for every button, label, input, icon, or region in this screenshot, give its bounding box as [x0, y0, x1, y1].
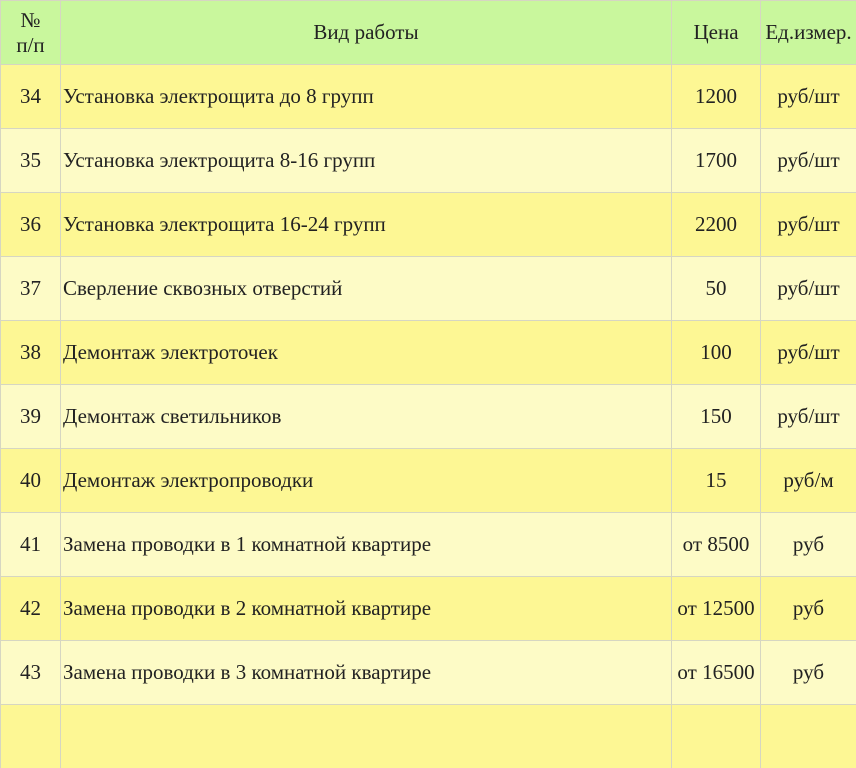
table-row: 38 Демонтаж электроточек 100 руб/шт [0, 320, 856, 385]
empty-cell [760, 704, 856, 768]
table-row: 40 Демонтаж электропроводки 15 руб/м [0, 448, 856, 513]
row-number: 37 [0, 256, 61, 321]
row-unit: руб [760, 640, 856, 705]
table-row: 36 Установка электрощита 16-24 групп 220… [0, 192, 856, 257]
header-number-abbr: п/п [16, 32, 45, 57]
row-price: от 16500 [671, 640, 761, 705]
row-price: от 8500 [671, 512, 761, 577]
table-row: 35 Установка электрощита 8-16 групп 1700… [0, 128, 856, 193]
header-unit: Ед.измер. [760, 0, 856, 65]
row-price: 15 [671, 448, 761, 513]
row-work-type: Замена проводки в 1 комнатной квартире [60, 512, 672, 577]
empty-cell [671, 704, 761, 768]
row-unit: руб/шт [760, 320, 856, 385]
row-unit: руб [760, 576, 856, 641]
row-number: 36 [0, 192, 61, 257]
row-price: 50 [671, 256, 761, 321]
table-row: 34 Установка электрощита до 8 групп 1200… [0, 64, 856, 129]
row-number: 34 [0, 64, 61, 129]
row-price: 1200 [671, 64, 761, 129]
table-row: 37 Сверление сквозных отверстий 50 руб/ш… [0, 256, 856, 321]
row-work-type: Замена проводки в 3 комнатной квартире [60, 640, 672, 705]
row-unit: руб/шт [760, 384, 856, 449]
row-price: 2200 [671, 192, 761, 257]
row-number: 38 [0, 320, 61, 385]
row-work-type: Демонтаж светильников [60, 384, 672, 449]
row-unit: руб/м [760, 448, 856, 513]
row-number: 35 [0, 128, 61, 193]
row-work-type: Установка электрощита до 8 групп [60, 64, 672, 129]
row-work-type: Установка электрощита 16-24 групп [60, 192, 672, 257]
table-row: 43 Замена проводки в 3 комнатной квартир… [0, 640, 856, 705]
row-price: 100 [671, 320, 761, 385]
row-number: 39 [0, 384, 61, 449]
row-work-type: Установка электрощита 8-16 групп [60, 128, 672, 193]
row-work-type: Замена проводки в 2 комнатной квартире [60, 576, 672, 641]
empty-cell [60, 704, 672, 768]
row-work-type: Сверление сквозных отверстий [60, 256, 672, 321]
table-row: 42 Замена проводки в 2 комнатной квартир… [0, 576, 856, 641]
empty-cell [0, 704, 61, 768]
row-number: 43 [0, 640, 61, 705]
header-number: № п/п [0, 0, 61, 65]
header-price: Цена [671, 0, 761, 65]
table-row: 41 Замена проводки в 1 комнатной квартир… [0, 512, 856, 577]
row-unit: руб/шт [760, 64, 856, 129]
empty-table-row [0, 704, 856, 768]
row-price: от 12500 [671, 576, 761, 641]
row-work-type: Демонтаж электроточек [60, 320, 672, 385]
row-number: 40 [0, 448, 61, 513]
price-table: № п/п Вид работы Цена Ед.измер. 34 Устан… [0, 0, 856, 768]
row-price: 1700 [671, 128, 761, 193]
table-row: 39 Демонтаж светильников 150 руб/шт [0, 384, 856, 449]
row-unit: руб/шт [760, 128, 856, 193]
table-header-row: № п/п Вид работы Цена Ед.измер. [0, 0, 856, 65]
row-number: 41 [0, 512, 61, 577]
header-number-symbol: № [20, 7, 41, 32]
row-unit: руб/шт [760, 192, 856, 257]
row-work-type: Демонтаж электропроводки [60, 448, 672, 513]
row-unit: руб/шт [760, 256, 856, 321]
table-body: 34 Установка электрощита до 8 групп 1200… [0, 64, 856, 768]
row-unit: руб [760, 512, 856, 577]
row-number: 42 [0, 576, 61, 641]
row-price: 150 [671, 384, 761, 449]
header-work-type: Вид работы [60, 0, 672, 65]
